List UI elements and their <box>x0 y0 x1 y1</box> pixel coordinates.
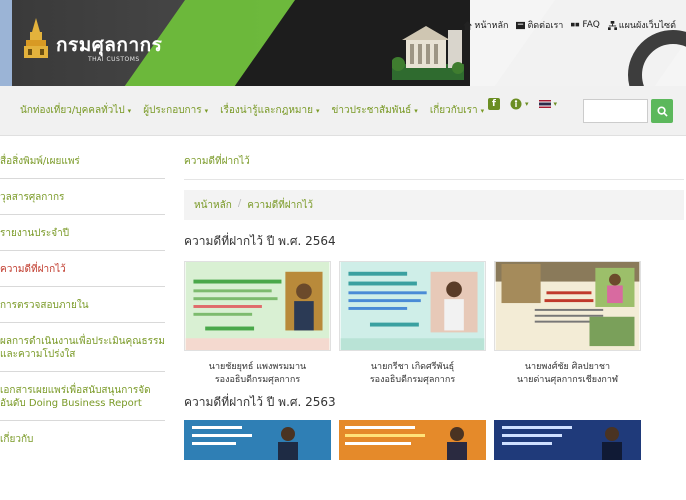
header-banner: กรมศุลกากร THAI CUSTOMS หน้าหลัก ติดต่อเ… <box>0 0 686 86</box>
quote-icon <box>571 22 580 26</box>
card-person-name: นายพงศ์ชัย ศิลปยาชา <box>524 362 611 372</box>
card-person-position: รองอธิบดีกรมศุลกากร <box>214 375 301 385</box>
nav-item-news[interactable]: ข่าวประชาสัมพันธ์ ▾ <box>332 103 418 118</box>
card-person-name: นายกรีชา เกิดศรีพันธุ์ <box>370 362 455 372</box>
card-person-position: นายด่านศุลกากรเชียงกาฬ <box>516 375 619 385</box>
sitemap-icon <box>607 20 617 30</box>
top-link-label: หน้าหลัก <box>474 21 509 31</box>
person-card[interactable]: นายพงศ์ชัย ศิลปยาชา นายด่านศุลกากรเชียงก… <box>494 261 641 387</box>
card-thumbnail-image[interactable] <box>184 420 331 460</box>
card-person-name: นายชัยยุทธ์ แพงพรมมาน <box>208 362 307 372</box>
breadcrumb-current: ความดีที่ฝากไว้ <box>247 200 313 211</box>
nav-item-label: ผู้ประกอบการ <box>143 105 202 116</box>
customs-emblem-icon <box>24 18 48 58</box>
sidebar-heading[interactable]: สื่อสิ่งพิมพ์/เผยแพร่ <box>0 150 165 179</box>
nav-item-label: ข่าวประชาสัมพันธ์ <box>331 105 412 116</box>
card-thumbnail-image[interactable] <box>494 261 641 351</box>
language-dropdown[interactable]: ▾ <box>538 100 558 108</box>
top-link-label: ติดต่อเรา <box>527 21 564 31</box>
nav-menu: นักท่องเที่ยว/บุคคลทั่วไป ▾ ผู้ประกอบการ ▾… <box>20 103 484 118</box>
person-card[interactable]: นายกรีชา เกิดศรีพันธุ์ รองอธิบดีกรมศุลกา… <box>339 261 486 387</box>
customs-building-image <box>392 26 464 80</box>
nav-item-operator[interactable]: ผู้ประกอบการ ▾ <box>143 103 208 118</box>
nav-item-label: เรื่องน่ารู้และกฎหมาย <box>220 105 313 116</box>
card-caption: นายชัยยุทธ์ แพงพรมมาน รองอธิบดีกรมศุลกาก… <box>184 361 331 387</box>
main-navbar: นักท่องเที่ยว/บุคคลทั่วไป ▾ ผู้ประกอบการ ▾… <box>0 86 686 136</box>
card-thumbnail-image[interactable] <box>339 261 486 351</box>
card-row-2564: นายชัยยุทธ์ แพงพรมมาน รองอธิบดีกรมศุลกาก… <box>184 261 684 387</box>
search-icon <box>656 105 668 117</box>
sidebar-item-internal-audit[interactable]: การตรวจสอบภายใน <box>0 287 165 323</box>
sidebar-item-good-deeds[interactable]: ความดีที่ฝากไว้ <box>0 251 165 287</box>
banner-side-strip <box>0 0 12 86</box>
top-link-faq[interactable]: FAQ <box>571 20 600 30</box>
top-links: หน้าหลัก ติดต่อเรา FAQ แผนผังเว็บไซต์ <box>463 18 676 32</box>
contact-icon <box>516 21 526 29</box>
card-person-position: รองอธิบดีกรมศุลกากร <box>369 375 456 385</box>
caret-down-icon: ▾ <box>553 100 558 108</box>
sidebar-item-bulletin[interactable]: วุลสารศุลกากร <box>0 179 165 215</box>
breadcrumb-home[interactable]: หน้าหลัก <box>194 198 232 212</box>
card-thumbnail-image[interactable] <box>339 420 486 460</box>
card-thumbnail-image[interactable] <box>494 420 641 460</box>
section-title-2564: ความดีที่ฝากไว้ ปี พ.ศ. 2564 <box>184 234 336 248</box>
logo-subtitle: THAI CUSTOMS <box>88 56 140 63</box>
top-link-home[interactable]: หน้าหลัก <box>463 18 508 32</box>
breadcrumb: หน้าหลัก / ความดีที่ฝากไว้ <box>184 190 684 220</box>
thai-flag-icon <box>538 100 551 108</box>
site-logo[interactable]: กรมศุลกากร THAI CUSTOMS <box>22 18 172 74</box>
card-caption: นายกรีชา เกิดศรีพันธุ์ รองอธิบดีกรมศุลกา… <box>339 361 486 387</box>
accessibility-icon <box>510 98 522 110</box>
search-button[interactable] <box>651 99 673 123</box>
top-link-label: FAQ <box>582 20 600 30</box>
caret-down-icon: ▾ <box>480 107 485 115</box>
caret-down-icon: ▾ <box>204 107 209 115</box>
sidebar: สื่อสิ่งพิมพ์/เผยแพร่ วุลสารศุลกากร รายง… <box>0 150 165 456</box>
sidebar-item-annual-report[interactable]: รายงานประจำปี <box>0 215 165 251</box>
top-link-sitemap[interactable]: แผนผังเว็บไซต์ <box>607 18 676 32</box>
sidebar-item-doing-business[interactable]: เอกสารเผยแพร่เพื่อสนับสนุนการจัด อันดับ … <box>0 372 165 421</box>
top-link-contact[interactable]: ติดต่อเรา <box>516 18 563 32</box>
caret-down-icon: ▾ <box>525 100 529 108</box>
sidebar-item-integrity[interactable]: ผลการดำเนินงานเพื่อประเมินคุณธรรม และควา… <box>0 323 165 372</box>
main-content: ความดีที่ฝากไว้ หน้าหลัก / ความดีที่ฝากไ… <box>184 150 684 460</box>
facebook-icon[interactable]: f <box>488 98 500 110</box>
sidebar-item-about[interactable]: เกี่ยวกับ <box>0 421 165 456</box>
section-title-2563: ความดีที่ฝากไว้ ปี พ.ศ. 2563 <box>184 395 336 409</box>
top-link-label: แผนผังเว็บไซต์ <box>618 21 676 31</box>
nav-item-label: เกี่ยวกับเรา <box>429 105 478 116</box>
breadcrumb-separator: / <box>237 198 242 209</box>
page-title: ความดีที่ฝากไว้ <box>184 150 684 180</box>
nav-item-about[interactable]: เกี่ยวกับเรา ▾ <box>430 103 484 118</box>
nav-item-label: นักท่องเที่ยว/บุคคลทั่วไป <box>20 105 125 116</box>
card-thumbnail-image[interactable] <box>184 261 331 351</box>
nav-item-tourist[interactable]: นักท่องเที่ยว/บุคคลทั่วไป ▾ <box>20 103 131 118</box>
accessibility-dropdown[interactable]: ▾ <box>510 98 529 110</box>
home-icon <box>463 20 473 30</box>
caret-down-icon: ▾ <box>127 107 132 115</box>
caret-down-icon: ▾ <box>315 107 320 115</box>
person-card[interactable]: นายชัยยุทธ์ แพงพรมมาน รองอธิบดีกรมศุลกาก… <box>184 261 331 387</box>
nav-tools: f ▾ ▾ <box>488 98 557 110</box>
caret-down-icon: ▾ <box>414 107 418 115</box>
search-input[interactable] <box>583 99 648 123</box>
nav-item-law[interactable]: เรื่องน่ารู้และกฎหมาย ▾ <box>220 103 319 118</box>
card-caption: นายพงศ์ชัย ศิลปยาชา นายด่านศุลกากรเชียงก… <box>494 361 641 387</box>
card-row-2563 <box>184 420 684 460</box>
